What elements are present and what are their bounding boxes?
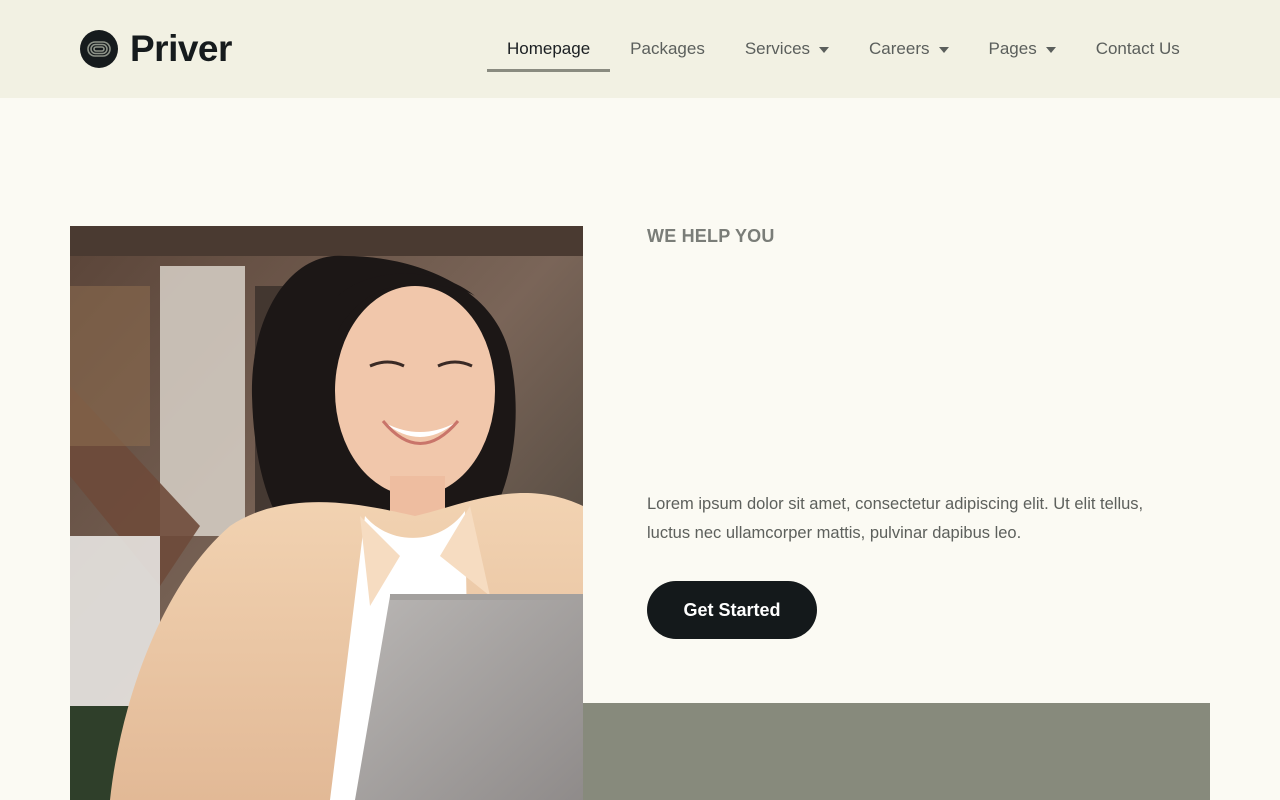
nav-item-label: Pages: [988, 39, 1037, 58]
hero-kicker: WE HELP YOU: [647, 226, 775, 246]
brand-logo[interactable]: Priver: [80, 28, 232, 69]
nav-item-homepage[interactable]: Homepage: [487, 28, 611, 72]
main-nav: Homepage Packages Services Careers Pages…: [487, 28, 1200, 72]
smiling-woman-with-laptop-photo: [70, 226, 583, 800]
nav-item-label: Services: [744, 39, 811, 58]
nav-item-label: Homepage: [507, 39, 591, 58]
nav-item-contact-us[interactable]: Contact Us: [1076, 28, 1200, 72]
accent-block: [583, 703, 1210, 800]
site-header: Priver Homepage Packages Services Career…: [0, 0, 1280, 98]
caret-down-icon: [819, 47, 830, 53]
caret-down-icon: [938, 47, 949, 53]
concentric-loop-logo-icon: [80, 30, 118, 68]
nav-item-packages[interactable]: Packages: [610, 28, 725, 72]
brand-name: Priver: [130, 28, 232, 69]
get-started-button[interactable]: Get Started: [647, 581, 817, 639]
hero-photo: [70, 226, 583, 800]
caret-down-icon: [1045, 47, 1056, 53]
nav-item-label: Careers: [869, 39, 930, 58]
hero-description: Lorem ipsum dolor sit amet, consectetur …: [647, 495, 1144, 542]
nav-item-label: Contact Us: [1095, 39, 1180, 58]
nav-item-services[interactable]: Services: [725, 28, 849, 72]
nav-item-label: Packages: [630, 39, 705, 58]
nav-item-careers[interactable]: Careers: [849, 28, 968, 72]
nav-item-pages[interactable]: Pages: [969, 28, 1076, 72]
